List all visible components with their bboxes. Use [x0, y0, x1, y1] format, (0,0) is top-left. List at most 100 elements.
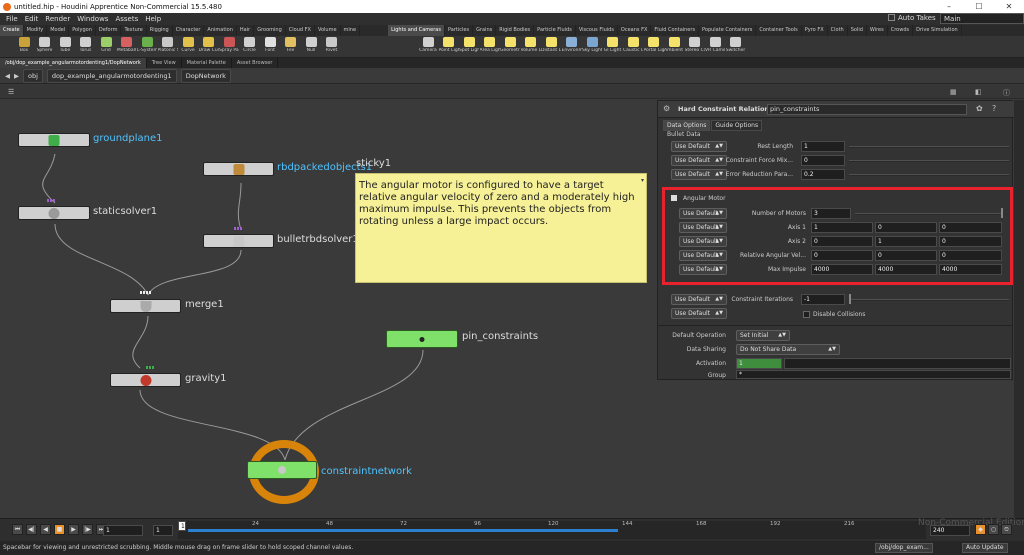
shelf-tab-particles[interactable]: Particles [445, 25, 474, 36]
scope-icon[interactable]: ○ [988, 524, 999, 535]
shelf-tab-grains[interactable]: Grains [473, 25, 497, 36]
shelf-tab-fluid-containers[interactable]: Fluid Containers [651, 25, 700, 36]
tool-distant-light[interactable]: Distant Light [541, 36, 561, 58]
group-field[interactable]: * [736, 370, 1011, 379]
shelf-tab-container-tools[interactable]: Container Tools [756, 25, 802, 36]
step-back-button[interactable]: ◀| [26, 524, 37, 535]
start-frame-field[interactable]: 1 [103, 525, 143, 536]
tool-camera[interactable]: Camera [418, 36, 438, 58]
frame-slider[interactable]: 1 24 48 72 96 120 144 168 192 216 Non-Commercial… [178, 518, 1024, 539]
node-gravity[interactable] [110, 373, 181, 387]
disable-collisions-checkbox[interactable] [803, 311, 810, 318]
auto-update-button[interactable]: Auto Update [962, 543, 1008, 553]
shelf-tab-particle-fluids[interactable]: Particle Fluids [534, 25, 576, 36]
param-slider[interactable] [849, 174, 1009, 176]
shelf-tab-cloud-fx[interactable]: Cloud FX [286, 25, 315, 36]
take-select[interactable]: Main [940, 13, 1024, 24]
tab-material-palette[interactable]: Material Palette [182, 58, 232, 68]
tool-curve[interactable]: Curve [178, 36, 198, 58]
shelf-tab-create[interactable]: Create [0, 25, 24, 36]
use-default-button[interactable]: Use Default ▲▼ [671, 294, 727, 305]
activation-field[interactable]: 1 [736, 358, 782, 369]
jump-start-button[interactable]: ⏮ [12, 524, 23, 535]
shelf-tab-model[interactable]: Model [47, 25, 70, 36]
tool-geometry-l-[interactable]: Geometry L... [500, 36, 520, 58]
tool-ambient-lig-[interactable]: Ambient Lig... [664, 36, 684, 58]
param-slider[interactable] [849, 146, 1009, 148]
tool-stereo-cam-[interactable]: Stereo Cam... [685, 36, 705, 58]
menu-file[interactable]: File [6, 15, 18, 23]
shelf-tab-deform[interactable]: Deform [96, 25, 122, 36]
forward-arrow-icon[interactable]: ▶ [14, 72, 19, 80]
param-slider[interactable] [849, 160, 1009, 162]
tool-switcher[interactable]: Switcher [726, 36, 746, 58]
status-path[interactable]: /obj/dop_exam... [875, 543, 933, 553]
shelf-tab-pyro-fx[interactable]: Pyro FX [802, 25, 828, 36]
sticky-note[interactable]: ▾ The angular motor is configured to hav… [355, 173, 647, 283]
shelf-tab-viscous-fluids[interactable]: Viscous Fluids [576, 25, 618, 36]
tool-spot-light[interactable]: Spot Light [459, 36, 479, 58]
activation-expression[interactable] [784, 358, 1011, 369]
shelf-tab-populate-containers[interactable]: Populate Containers [699, 25, 757, 36]
tool-circle[interactable]: Circle [240, 36, 260, 58]
node-name-field[interactable]: pin_constraints [767, 104, 967, 115]
slider-knob[interactable] [849, 294, 851, 304]
tool-point-light[interactable]: Point Light [439, 36, 459, 58]
tool-metaball[interactable]: Metaball [117, 36, 137, 58]
shelf-tab-solid[interactable]: Solid [848, 25, 867, 36]
settings-icon[interactable]: ✿ [976, 104, 983, 113]
tab-asset-browser[interactable]: Asset Browser [232, 58, 279, 68]
play-button[interactable]: ▶ [68, 524, 79, 535]
shelf-tab-animation[interactable]: Animation [204, 25, 237, 36]
minimize-button[interactable]: – [934, 0, 964, 13]
shelf-tab-drive-simulation[interactable]: Drive Simulation [913, 25, 962, 36]
shelf-tab-volume[interactable]: Volume [315, 25, 341, 36]
view-icon[interactable]: ◧ [975, 88, 982, 96]
node-staticsolver[interactable] [18, 206, 90, 220]
tool-environmen-[interactable]: Environmen... [562, 36, 582, 58]
menu-help[interactable]: Help [145, 15, 161, 23]
help-icon[interactable]: ? [992, 104, 996, 113]
use-default-button[interactable]: Use Default ▲▼ [671, 308, 727, 319]
tool-sky-light[interactable]: Sky Light [582, 36, 602, 58]
stop-button[interactable]: ■ [54, 524, 65, 535]
tool-volume-light[interactable]: Volume Light [521, 36, 541, 58]
param-field[interactable]: 0 [801, 155, 845, 166]
menu-render[interactable]: Render [45, 15, 70, 23]
note-menu-icon[interactable]: ▾ [641, 175, 644, 187]
current-frame-marker[interactable]: 1 [178, 521, 186, 531]
shelf-tab-grooming[interactable]: Grooming [254, 25, 286, 36]
default-operation-select[interactable]: Set Initial ▲▼ [736, 330, 790, 341]
close-button[interactable]: ✕ [994, 0, 1024, 13]
tab-tree-view[interactable]: Tree View [147, 58, 182, 68]
use-default-button[interactable]: Use Default ▲▼ [671, 169, 727, 180]
tool-portal-light[interactable]: Portal Light [644, 36, 664, 58]
use-default-button[interactable]: Use Default ▲▼ [671, 141, 727, 152]
tab-data-options[interactable]: Data Options [663, 120, 711, 131]
use-default-button[interactable]: Use Default ▲▼ [671, 155, 727, 166]
tab-guide-options[interactable]: Guide Options [711, 120, 763, 131]
menu-edit[interactable]: Edit [25, 15, 39, 23]
tool-font[interactable]: Font [260, 36, 280, 58]
shelf-tab-polygon[interactable]: Polygon [69, 25, 96, 36]
menu-icon[interactable]: ☰ [8, 88, 14, 96]
tool-grid[interactable]: Grid [96, 36, 116, 58]
path-network[interactable]: dop_example_angularmotordenting1 [46, 68, 177, 83]
node-rbdpacked[interactable] [203, 162, 274, 176]
tool-spray-paint[interactable]: Spray Paint [219, 36, 239, 58]
grid-icon[interactable]: ▦ [950, 88, 957, 96]
step-field[interactable]: 1 [153, 525, 173, 536]
node-constraintnetwork[interactable] [247, 461, 317, 479]
iterations-field[interactable]: -1 [801, 294, 845, 305]
iterations-slider[interactable] [849, 299, 1009, 301]
shelf-tab-character[interactable]: Character [173, 25, 205, 36]
tool-sphere[interactable]: Sphere [35, 36, 55, 58]
shelf-tab-rigid-bodies[interactable]: Rigid Bodies [496, 25, 535, 36]
tool-rivet[interactable]: Rivet [322, 36, 342, 58]
tool-file[interactable]: File [281, 36, 301, 58]
info-icon[interactable]: ⓘ [1003, 88, 1010, 98]
shelf-tab-hair[interactable]: Hair [237, 25, 255, 36]
shelf-tab-modify[interactable]: Modify [24, 25, 48, 36]
node-pinconstraints[interactable] [386, 330, 458, 348]
node-groundplane[interactable] [18, 133, 90, 147]
